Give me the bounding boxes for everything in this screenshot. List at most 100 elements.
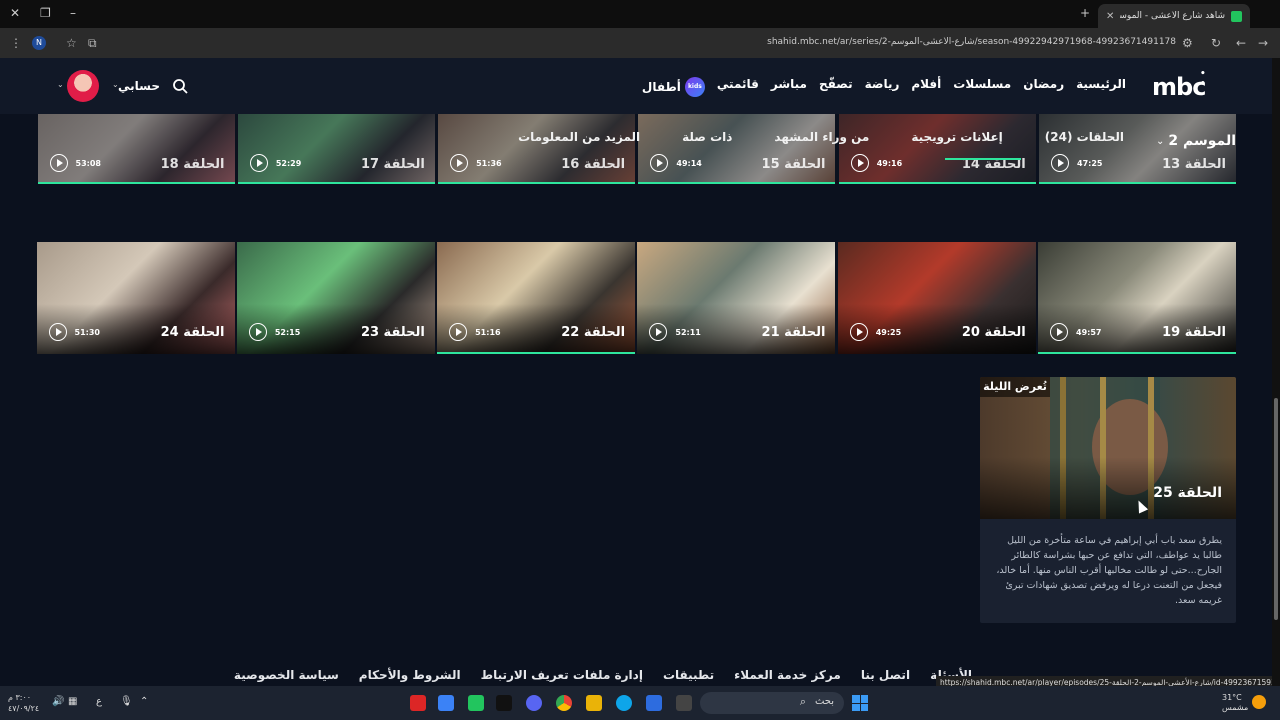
weather-widget[interactable]: 31°C مشمس [1222,693,1248,713]
episode-duration: 49:57 [1076,328,1102,337]
start-button-icon[interactable] [852,695,868,711]
restore-window-icon[interactable]: ❐ [40,6,51,20]
weather-desc: مشمس [1222,703,1249,712]
episode-duration: 53:08 [75,159,101,168]
volume-icon[interactable]: 🔊 [52,696,64,707]
close-window-icon[interactable]: ✕ [10,6,20,20]
episode-card[interactable]: الحلقة 20 49:25 [837,242,1036,354]
tab-more-info[interactable]: المزيد من المعلومات [518,130,640,144]
url-field[interactable]: shahid.mbc.net/ar/series/شارع-الأعشى-الم… [620,37,1176,47]
episode-card[interactable]: الحلقة 23 52:15 [236,242,435,354]
tab-promos[interactable]: إعلانات ترويجية [911,130,1002,144]
taskbar-search[interactable]: ⌕ بحث [700,692,844,714]
episode-card[interactable]: الحلقة 24 51:30 [36,242,235,354]
nav-link-kids[interactable]: kids أطفال [642,77,705,97]
clock-date: ٤٧/٠٩/٢٤ [8,704,40,713]
profile-avatar[interactable]: N [32,36,46,50]
nav-link-sports[interactable]: رياضة [865,77,900,97]
language-indicator[interactable]: ع [96,696,102,707]
edge-icon[interactable] [616,695,632,711]
nav-link-ramadan[interactable]: رمضان [1023,77,1064,97]
user-avatar[interactable] [67,70,99,102]
mbc-logo[interactable]: mbc • • [1152,69,1206,101]
episode-card[interactable]: الحلقة 22 51:16 [437,242,636,354]
minimize-window-icon[interactable]: – [70,6,76,20]
tab-episodes[interactable]: الحلقات (24) [1045,130,1124,144]
store-icon[interactable] [646,695,662,711]
shahid-favicon-icon [1231,10,1242,22]
season-chevron-icon[interactable]: ⌄ [1156,136,1164,147]
episode-card[interactable]: الحلقة 21 52:11 [637,242,836,354]
footer-link-cookies[interactable]: إدارة ملفات تعريف الارتباط [481,668,643,682]
microphone-icon[interactable]: 🎙 [120,696,133,707]
search-icon: ⌕ [799,695,806,708]
footer-link-customer-service[interactable]: مركز خدمة العملاء [734,668,841,682]
back-icon[interactable]: → [1258,36,1268,50]
active-tab-underline [945,158,1021,160]
play-icon[interactable] [449,323,468,341]
play-icon[interactable] [849,323,868,341]
browser-icon[interactable] [438,695,454,711]
red-app-icon[interactable] [410,695,426,711]
scrollbar-thumb[interactable] [1274,398,1278,620]
new-tab-icon[interactable]: + [1080,6,1090,20]
windows-taskbar: 31°C مشمس ⌕ بحث ⌃ 🎙 ع 🔊 ▦ ٣:٠٠ م ٤٧/٠٩/٢٤ [0,686,1280,720]
whatsapp-icon[interactable] [468,695,484,711]
footer-link-privacy[interactable]: سياسة الخصوصية [234,668,339,682]
bookmark-star-icon[interactable]: ☆ [66,36,77,50]
footer-link-terms[interactable]: الشروط والأحكام [359,668,461,682]
play-icon[interactable] [1050,323,1068,341]
nav-link-my-list[interactable]: قائمتي [717,77,759,97]
account-menu[interactable]: حسابي [118,79,160,93]
featured-episode-card[interactable]: تُعرض الليلة الحلقة 25 يطرق سعد باب أبي … [980,377,1236,623]
site-settings-icon[interactable]: ⚙ [1182,36,1193,50]
forward-icon[interactable]: ← [1236,36,1246,50]
close-tab-icon[interactable]: ✕ [1106,11,1114,22]
episode-duration: 49:25 [875,328,902,337]
file-explorer-icon[interactable] [586,695,602,711]
app-icon[interactable] [496,695,512,711]
nav-link-home[interactable]: الرئيسية [1076,77,1126,97]
kids-label: أطفال [641,80,681,94]
tray-expand-icon[interactable]: ⌃ [140,696,148,707]
clock[interactable]: ٣:٠٠ م ٤٧/٠٩/٢٤ [8,692,39,714]
address-bar-row: ⋮ N ☆ ⧉ shahid.mbc.net/ar/series/شارع-ال… [0,28,1280,58]
episode-duration: 51:30 [74,328,100,337]
browser-tab[interactable]: شاهد شارع الأعشى - الموسم 2 | شاهد ✕ [1098,4,1250,28]
nav-link-browse[interactable]: تصفّح [819,77,853,97]
main-nav: الرئيسية رمضان مسلسلات أفلام رياضة تصفّح… [642,77,1126,97]
footer-link-apps[interactable]: تطبيقات [663,668,714,682]
nav-link-movies[interactable]: أفلام [911,77,941,97]
episode-duration: 52:15 [274,328,301,337]
episode-title: الحلقة 23 [360,325,425,340]
nav-link-live[interactable]: مباشر [771,77,807,97]
episode-duration: 49:14 [676,159,702,168]
discord-icon[interactable] [526,695,542,711]
network-icon[interactable]: ▦ [68,696,77,707]
reload-icon[interactable]: ↻ [1211,36,1221,50]
screenshot-icon[interactable]: ⧉ [88,36,97,51]
watch-progress-bar [437,352,636,354]
episode-title: الحلقة 19 [1162,325,1226,340]
episode-duration: 51:36 [476,159,502,168]
play-icon[interactable] [248,323,267,341]
play-icon[interactable] [48,323,67,341]
nav-link-series[interactable]: مسلسلات [953,77,1011,97]
episodes-row-2: الحلقة 19 49:57 الحلقة 20 49:25 الحلقة 21 52:… [36,242,1236,354]
footer-links: الأسئلة اتصل بنا مركز خدمة العملاء تطبيق… [234,668,972,682]
episode-duration: 47:25 [1077,159,1103,168]
kids-badge-icon: kids [684,77,705,97]
search-icon[interactable] [172,78,188,94]
menu-icon[interactable]: ⋮ [10,36,22,50]
watch-progress-bar [1038,352,1236,354]
watch-progress-bar [638,182,836,184]
tab-behind-scenes[interactable]: من وراء المشهد [774,130,869,144]
task-view-icon[interactable] [676,695,692,711]
footer-link-contact[interactable]: اتصل بنا [861,668,910,682]
season-selector[interactable]: الموسم 2 [1168,133,1236,149]
episode-card[interactable]: الحلقة 19 49:57 [1038,242,1236,354]
watch-progress-bar [237,182,435,184]
chrome-icon[interactable] [556,695,572,711]
tab-related[interactable]: ذات صلة [682,130,732,144]
logo-text: mbc [1152,73,1206,101]
